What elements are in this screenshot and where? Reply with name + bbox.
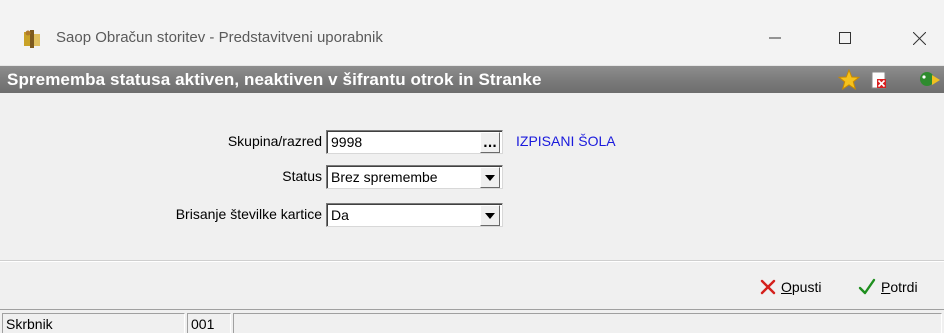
maximize-button[interactable]	[822, 22, 868, 54]
button-strip: Opusti Potrdi	[0, 261, 944, 309]
group-description: IZPISANI ŠOLA	[516, 133, 616, 149]
dropdown-arrow-icon	[485, 174, 495, 181]
dialog-header: Sprememba statusa aktiven, neaktiven v š…	[0, 66, 944, 93]
card-delete-value: Da	[331, 207, 349, 223]
status-cell-info	[233, 313, 942, 333]
status-bar: Skrbnik 001	[0, 309, 944, 333]
minimize-icon	[769, 37, 781, 39]
status-dropdown-button[interactable]	[480, 167, 500, 188]
status-select[interactable]: Brez spremembe	[326, 165, 503, 189]
group-browse-button[interactable]: ...	[480, 132, 500, 153]
browse-label: ...	[483, 135, 497, 150]
status-label: Status	[282, 168, 322, 184]
status-cell-code: 001	[187, 313, 231, 333]
status-value: Brez spremembe	[331, 169, 438, 185]
cancel-button[interactable]: Opusti	[760, 274, 821, 300]
form-area: Skupina/razred 9998 ... IZPISANI ŠOLA St…	[0, 93, 944, 261]
group-label: Skupina/razred	[227, 133, 322, 149]
close-window-button[interactable]	[894, 22, 944, 54]
cancel-label: Opusti	[781, 279, 822, 295]
minimize-button[interactable]	[752, 22, 798, 54]
cancel-x-icon	[760, 279, 776, 295]
maximize-icon	[839, 32, 851, 44]
window-title: Saop Obračun storitev - Predstavitveni u…	[56, 29, 383, 46]
close-document-icon[interactable]	[868, 69, 890, 91]
confirm-check-icon	[858, 278, 876, 295]
group-value: 9998	[331, 134, 363, 150]
app-icon	[22, 28, 44, 50]
title-bar[interactable]: Saop Obračun storitev - Predstavitveni u…	[0, 0, 944, 66]
status-cell-user: Skrbnik	[2, 313, 185, 333]
card-delete-select[interactable]: Da	[326, 203, 503, 227]
application-window: Saop Obračun storitev - Predstavitveni u…	[0, 0, 944, 333]
dialog-title: Sprememba statusa aktiven, neaktiven v š…	[7, 70, 542, 89]
favorite-star-icon[interactable]	[837, 68, 861, 91]
group-input[interactable]: 9998 ...	[326, 130, 503, 154]
confirm-button[interactable]: Potrdi	[858, 274, 918, 300]
card-delete-label: Brisanje številke kartice	[175, 206, 322, 222]
dropdown-arrow-icon	[485, 212, 495, 219]
close-icon	[912, 31, 926, 45]
confirm-label: Potrdi	[881, 279, 918, 295]
exit-icon[interactable]	[918, 69, 944, 91]
card-delete-dropdown-button[interactable]	[480, 205, 500, 226]
